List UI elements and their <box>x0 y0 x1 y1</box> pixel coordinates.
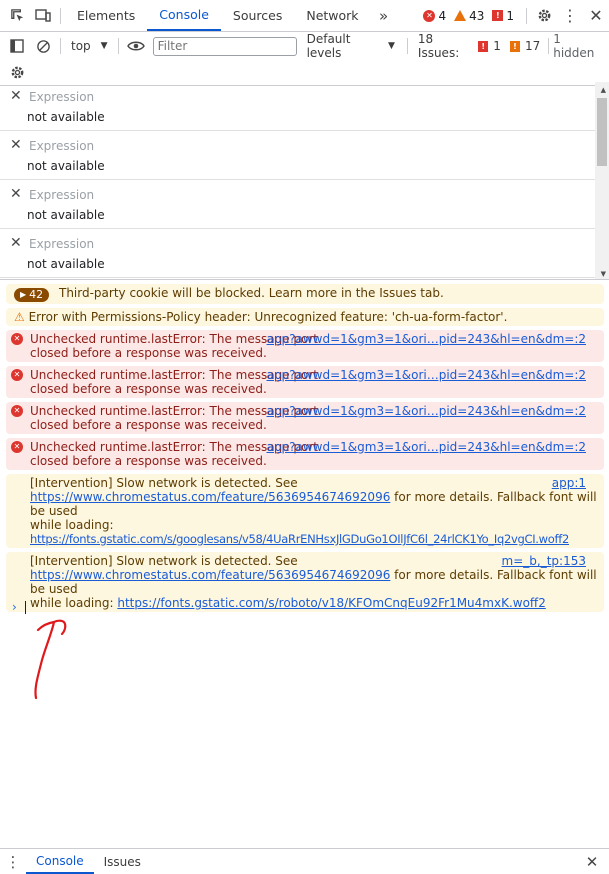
warning-icon: ⚠ <box>14 310 25 324</box>
font-url-link[interactable]: https://fonts.gstatic.com/s/roboto/v18/K… <box>117 596 545 610</box>
expand-triangle-icon: ▶ <box>20 290 27 299</box>
expression-value: not available <box>27 159 105 173</box>
expression-input[interactable]: Expression <box>29 237 94 251</box>
remove-expression-icon[interactable]: ✕ <box>10 186 22 202</box>
divider <box>548 38 550 54</box>
error-icon: ✕ <box>11 441 23 453</box>
font-url-link[interactable]: https://fonts.gstatic.com/s/googlesans/v… <box>30 532 569 546</box>
issues-counter[interactable]: 18 Issues: ! 1 ! 17 <box>418 32 540 60</box>
issues-count-badge[interactable]: ! 1 <box>492 9 514 23</box>
error-icon: ✕ <box>11 405 23 417</box>
tab-elements[interactable]: Elements <box>65 0 147 31</box>
device-toolbar-icon[interactable] <box>30 3 56 29</box>
dropdown-arrow-icon: ▼ <box>387 41 395 51</box>
drawer-tab-issues[interactable]: Issues <box>94 849 151 874</box>
chromestatus-link[interactable]: https://www.chromestatus.com/feature/563… <box>30 490 390 504</box>
live-expressions-panel: ✕ Expression not available ✕ Expression … <box>0 82 609 280</box>
source-link[interactable]: app:1 <box>552 476 586 490</box>
console-message[interactable]: [Intervention] Slow network is detected.… <box>6 474 604 548</box>
divider <box>406 38 408 54</box>
tab-console[interactable]: Console <box>147 0 221 31</box>
issue-error-icon: ! <box>478 40 489 52</box>
prompt-chevron-icon: › <box>12 600 17 614</box>
source-link[interactable]: m=_b,_tp:153 <box>502 554 586 568</box>
status-badges[interactable]: ✕ 4 43 ! 1 <box>423 9 522 23</box>
kebab-menu-icon[interactable]: ⋮ <box>557 3 583 29</box>
console-toolbar: top ▼ Default levels ▼ 18 Issues: ! 1 ! … <box>0 32 609 60</box>
expression-value: not available <box>27 208 105 222</box>
live-expression: ✕ Expression not available <box>0 229 609 278</box>
source-link[interactable]: app?awwd=1&gm3=1&ori…pid=243&hl=en&dm=:2 <box>267 404 586 418</box>
scroll-up-icon[interactable]: ▲ <box>601 86 606 94</box>
close-drawer-icon[interactable]: ✕ <box>579 849 605 874</box>
live-expression-eye-icon[interactable] <box>123 33 149 59</box>
console-message[interactable]: [Intervention] Slow network is detected.… <box>6 552 604 612</box>
source-link[interactable]: app?awwd=1&gm3=1&ori…pid=243&hl=en&dm=:2 <box>267 368 586 382</box>
chromestatus-link[interactable]: https://www.chromestatus.com/feature/563… <box>30 568 390 582</box>
source-link[interactable]: app?awwd=1&gm3=1&ori…pid=243&hl=en&dm=:2 <box>267 332 586 346</box>
log-levels-dropdown[interactable]: Default levels ▼ <box>307 32 395 60</box>
console-message[interactable]: ✕ Unchecked runtime.lastError: The messa… <box>6 366 604 398</box>
expression-value: not available <box>27 257 105 271</box>
expression-value: not available <box>27 110 105 124</box>
scrollbar[interactable]: ▲ ▼ <box>595 82 609 279</box>
remove-expression-icon[interactable]: ✕ <box>10 235 22 251</box>
message-group-count[interactable]: ▶ 42 <box>14 288 50 302</box>
dropdown-arrow-icon: ▼ <box>100 41 108 51</box>
context-selector[interactable]: top ▼ <box>65 39 114 53</box>
settings-gear-icon[interactable] <box>531 3 557 29</box>
filter-input[interactable] <box>152 36 297 56</box>
drawer-tab-console[interactable]: Console <box>26 849 94 874</box>
text-caret <box>24 600 26 614</box>
source-link[interactable]: app?awwd=1&gm3=1&ori…pid=243&hl=en&dm=:2 <box>267 440 586 454</box>
select-element-icon[interactable] <box>4 3 30 29</box>
divider <box>60 38 61 54</box>
live-expression: ✕ Expression not available <box>0 82 609 131</box>
divider <box>526 7 527 24</box>
warning-count-badge[interactable]: 43 <box>454 9 484 23</box>
console-messages: ▶ 42 Third-party cookie will be blocked.… <box>6 284 604 616</box>
tab-network[interactable]: Network <box>294 0 370 31</box>
issue-warning-icon: ! <box>509 40 520 52</box>
error-icon: ✕ <box>11 369 23 381</box>
divider <box>117 38 119 54</box>
warning-icon <box>454 10 467 21</box>
console-prompt[interactable]: › <box>12 600 26 614</box>
hidden-count[interactable]: 1 hidden <box>553 32 609 60</box>
console-message[interactable]: ✕ Unchecked runtime.lastError: The messa… <box>6 402 604 434</box>
error-icon: ✕ <box>11 333 23 345</box>
expression-input[interactable]: Expression <box>29 90 94 104</box>
scrollbar-thumb[interactable] <box>597 98 607 166</box>
expression-input[interactable]: Expression <box>29 188 94 202</box>
remove-expression-icon[interactable]: ✕ <box>10 137 22 153</box>
live-expression: ✕ Expression not available <box>0 131 609 180</box>
console-message[interactable]: ⚠ Error with Permissions-Policy header: … <box>6 308 604 326</box>
drawer-tab-bar: ⋮ Console Issues ✕ <box>0 848 609 874</box>
divider <box>60 7 61 24</box>
error-icon: ✕ <box>423 9 436 22</box>
remove-expression-icon[interactable]: ✕ <box>10 88 22 104</box>
console-message[interactable]: ✕ Unchecked runtime.lastError: The messa… <box>6 330 604 362</box>
drawer-menu-icon[interactable]: ⋮ <box>0 849 26 874</box>
console-message[interactable]: ✕ Unchecked runtime.lastError: The messa… <box>6 438 604 470</box>
issue-icon: ! <box>492 10 504 21</box>
error-count-badge[interactable]: ✕ 4 <box>423 9 446 23</box>
scroll-down-icon[interactable]: ▼ <box>601 270 606 278</box>
clear-console-icon[interactable] <box>30 33 56 59</box>
sidebar-toggle-icon[interactable] <box>4 33 30 59</box>
expression-input[interactable]: Expression <box>29 139 94 153</box>
red-annotation-arrow <box>34 619 67 700</box>
tab-sources[interactable]: Sources <box>221 0 294 31</box>
close-devtools-icon[interactable]: ✕ <box>583 3 609 29</box>
console-message[interactable]: ▶ 42 Third-party cookie will be blocked.… <box>6 284 604 304</box>
live-expression: ✕ Expression not available <box>0 180 609 229</box>
more-tabs-icon[interactable]: » <box>371 3 397 29</box>
devtools-tab-bar: Elements Console Sources Network » ✕ 4 4… <box>0 0 609 32</box>
